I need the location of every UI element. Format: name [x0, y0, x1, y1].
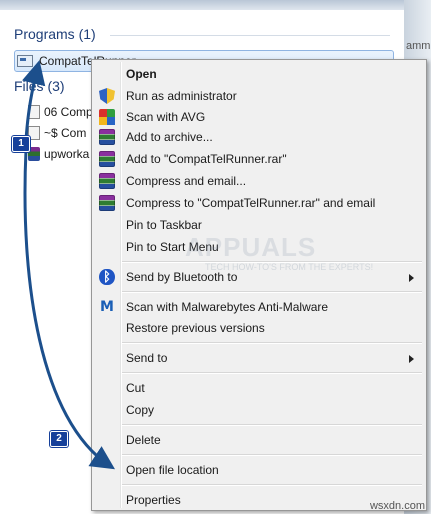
step-badge-1: 1: [12, 136, 30, 152]
arrow-to-open-file-location: [23, 149, 116, 470]
site-watermark: wsxdn.com: [369, 500, 425, 512]
step-badge-2: 2: [50, 431, 68, 447]
arrow-to-program: [21, 60, 46, 141]
